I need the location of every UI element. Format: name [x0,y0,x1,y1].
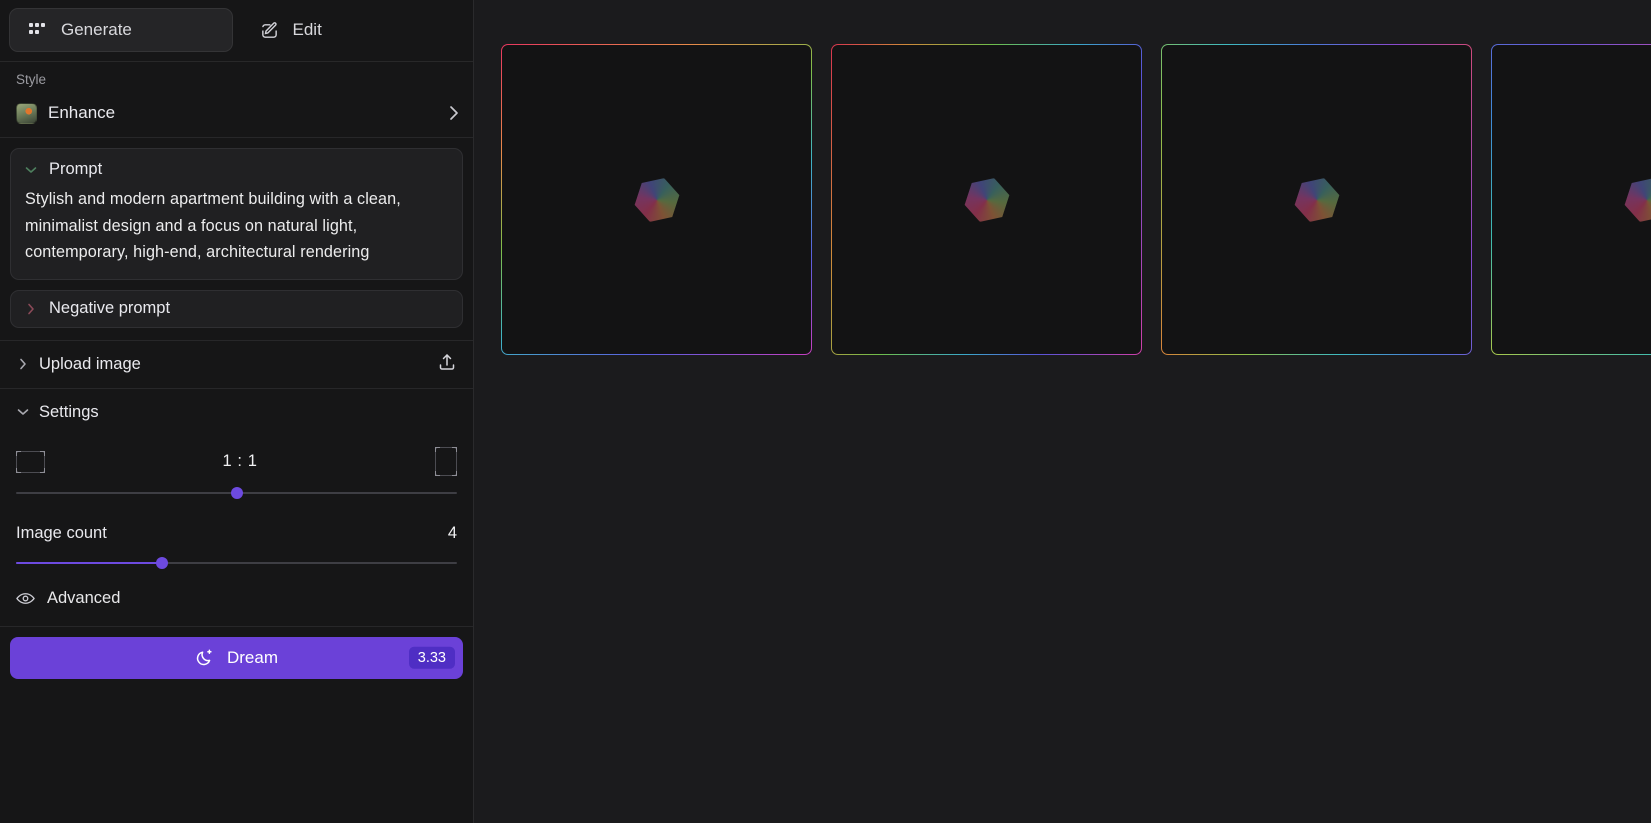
image-count-label: Image count [16,524,107,543]
tab-edit-label: Edit [293,20,322,40]
tab-generate[interactable]: Generate [9,8,233,52]
generation-card-3-surface [1162,45,1470,353]
loading-hexagon-icon [1288,171,1346,229]
dream-credit-badge: 3.33 [409,646,455,669]
generation-card-2[interactable] [831,44,1142,355]
chevron-down-icon [25,166,37,174]
tab-edit[interactable]: Edit [241,8,465,52]
style-selector[interactable]: Enhance [0,89,473,137]
prompt-header[interactable]: Prompt [25,160,448,179]
portrait-frame-icon[interactable] [435,447,457,476]
upload-image-label: Upload image [39,355,141,374]
dream-button[interactable]: Dream 3.33 [10,637,463,679]
grid-dots-icon [28,20,48,40]
slider-thumb[interactable] [231,487,243,499]
loading-hexagon-icon [958,171,1016,229]
generation-card-4-surface [1492,45,1651,353]
prompt-title: Prompt [49,160,102,179]
aspect-ratio-slider[interactable] [16,484,457,502]
dream-button-label: Dream [227,648,278,668]
upload-icon[interactable] [437,352,457,377]
loading-hexagon-icon [628,171,686,229]
image-count-row: Image count 4 [16,514,457,554]
prompt-input[interactable]: Stylish and modern apartment building wi… [25,186,448,266]
generation-card-2-surface [832,45,1140,353]
style-section-label: Style [0,62,473,89]
image-count-value: 4 [448,524,457,543]
prompt-card[interactable]: Prompt Stylish and modern apartment buil… [10,148,463,280]
generation-card-3[interactable] [1161,44,1472,355]
settings-label: Settings [39,403,99,422]
dream-button-container: Dream 3.33 [0,626,473,689]
negative-prompt-card[interactable]: Negative prompt [10,290,463,328]
chevron-right-icon [449,105,459,121]
aspect-ratio-row: 1 : 1 [16,440,457,484]
pencil-square-icon [260,20,280,40]
settings-row[interactable]: Settings [0,389,473,436]
style-thumbnail-icon [16,103,37,124]
slider-fill [16,562,162,564]
generation-card-1[interactable] [501,44,812,355]
chevron-down-icon [16,408,30,416]
moon-sparkle-icon [195,648,215,668]
advanced-label: Advanced [47,589,120,608]
mode-tabbar: Generate Edit [0,0,473,62]
generation-card-1-surface [502,45,810,353]
image-count-slider[interactable] [16,554,457,572]
aspect-ratio-value: 1 : 1 [222,452,257,471]
tab-generate-label: Generate [61,20,132,40]
generation-gallery [501,44,1651,355]
canvas-area [474,0,1651,823]
divider [0,137,473,138]
landscape-frame-icon[interactable] [16,451,45,473]
chevron-right-icon [16,358,30,370]
negative-prompt-title: Negative prompt [49,299,170,318]
sidebar: Generate Edit Style Enhance [0,0,474,823]
eye-icon [16,592,35,605]
slider-thumb[interactable] [156,557,168,569]
app-root: Generate Edit Style Enhance [0,0,1651,823]
upload-image-row[interactable]: Upload image [0,341,473,388]
loading-hexagon-icon [1618,171,1651,229]
settings-body: 1 : 1 Image count 4 [0,436,473,572]
style-value: Enhance [48,103,115,123]
chevron-right-icon [25,303,37,315]
advanced-row[interactable]: Advanced [0,572,473,626]
generation-card-4[interactable] [1491,44,1651,355]
